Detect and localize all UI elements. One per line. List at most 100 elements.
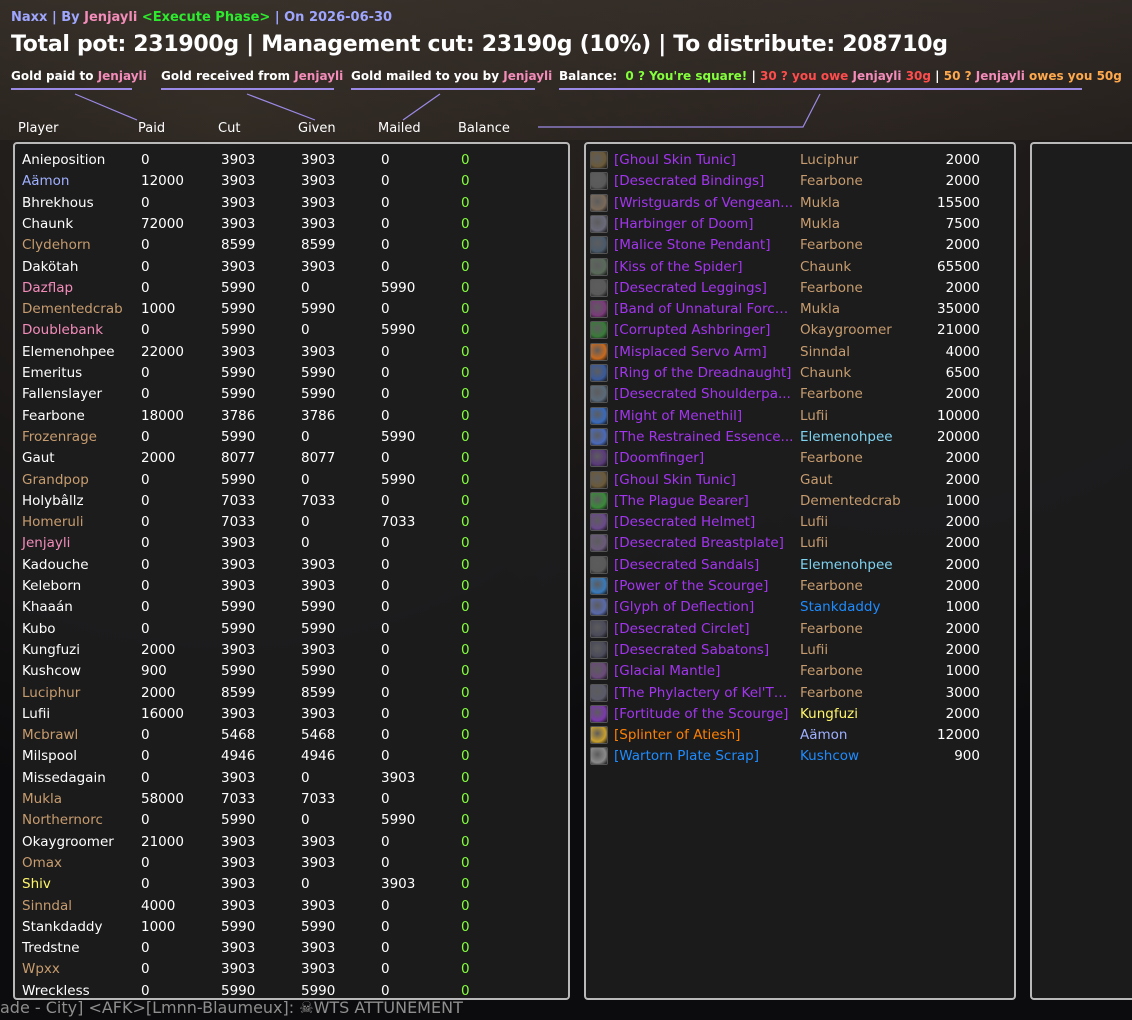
player-row[interactable]: Okaygroomer 21000 3903 3903 0 0 — [15, 834, 568, 854]
item-link[interactable]: [Ring of the Dreadnaught] — [614, 365, 794, 381]
item-link[interactable]: [The Phylactery of Kel'Th... — [614, 685, 794, 701]
player-row[interactable]: Mcbrawl 0 5468 5468 0 0 — [15, 727, 568, 747]
item-link[interactable]: [Wristguards of Vengean... — [614, 195, 794, 211]
loot-row[interactable]: [Wartorn Plate Scrap] Kushcow 900 — [586, 747, 1014, 768]
loot-row[interactable]: [Misplaced Servo Arm] Sinndal 4000 — [586, 342, 1014, 364]
loot-row[interactable]: [Desecrated Shoulderpa... Fearbone 2000 — [586, 385, 1014, 406]
player-row[interactable]: Mukla 58000 7033 7033 0 0 — [15, 791, 568, 811]
player-row[interactable]: Doublebank 0 5990 0 5990 0 — [15, 322, 568, 342]
player-row[interactable]: Khaaán 0 5990 5990 0 0 — [15, 599, 568, 619]
player-row[interactable]: Fallenslayer 0 5990 5990 0 0 — [15, 386, 568, 406]
item-link[interactable]: [Ghoul Skin Tunic] — [614, 152, 794, 168]
player-row[interactable]: Omax 0 3903 3903 0 0 — [15, 855, 568, 875]
loot-row[interactable]: [The Phylactery of Kel'Th... Fearbone 3000 — [586, 683, 1014, 705]
player-row[interactable]: Frozenrage 0 5990 0 5990 0 — [15, 429, 568, 449]
loot-row[interactable]: [Glacial Mantle] Fearbone 1000 — [586, 662, 1014, 683]
player-row[interactable]: Kungfuzi 2000 3903 3903 0 0 — [15, 642, 568, 662]
item-link[interactable]: [Wartorn Plate Scrap] — [614, 748, 794, 764]
player-row[interactable]: Dazflap 0 5990 0 5990 0 — [15, 280, 568, 300]
item-link[interactable]: [Desecrated Shoulderpa... — [614, 386, 794, 402]
loot-row[interactable]: [The Restrained Essence... Elemenohpee 200… — [586, 427, 1014, 449]
player-row[interactable]: Homeruli 0 7033 0 7033 0 — [15, 514, 568, 534]
item-link[interactable]: [Fortitude of the Scourge] — [614, 706, 794, 722]
loot-row[interactable]: [Corrupted Ashbringer] Okaygroomer 21000 — [586, 321, 1014, 342]
loot-row[interactable]: [The Plague Bearer] Dementedcrab 1000 — [586, 491, 1014, 513]
loot-row[interactable]: [Wristguards of Vengean... Mukla 15500 — [586, 193, 1014, 215]
player-row[interactable]: Anieposition 0 3903 3903 0 0 — [15, 152, 568, 172]
player-ledger-panel[interactable]: Anieposition 0 3903 3903 0 0 Aämon 12000 3903 390… — [13, 142, 570, 1000]
player-row[interactable]: Holybâllz 0 7033 7033 0 0 — [15, 493, 568, 513]
loot-row[interactable]: [Ghoul Skin Tunic] Luciphur 2000 — [586, 151, 1014, 172]
player-row[interactable]: Elemenohpee 22000 3903 3903 0 0 — [15, 344, 568, 364]
player-row[interactable]: Emeritus 0 5990 5990 0 0 — [15, 365, 568, 385]
loot-row[interactable]: [Desecrated Sabatons] Lufii 2000 — [586, 640, 1014, 662]
item-link[interactable]: [Harbinger of Doom] — [614, 216, 794, 232]
player-row[interactable]: Bhrekhous 0 3903 3903 0 0 — [15, 195, 568, 215]
player-row[interactable]: Northernorc 0 5990 0 5990 0 — [15, 812, 568, 832]
player-row[interactable]: Luciphur 2000 8599 8599 0 0 — [15, 685, 568, 705]
loot-row[interactable]: [Ghoul Skin Tunic] Gaut 2000 — [586, 470, 1014, 492]
loot-row[interactable]: [Doomfinger] Fearbone 2000 — [586, 449, 1014, 470]
loot-row[interactable]: [Kiss of the Spider] Chaunk 65500 — [586, 257, 1014, 279]
item-link[interactable]: [Band of Unnatural Forces] — [614, 301, 794, 317]
player-row[interactable]: Lufii 16000 3903 3903 0 0 — [15, 706, 568, 726]
player-row[interactable]: Kubo 0 5990 5990 0 0 — [15, 621, 568, 641]
player-row[interactable]: Kushcow 900 5990 5990 0 0 — [15, 663, 568, 683]
item-link[interactable]: [Desecrated Breastplate] — [614, 535, 794, 551]
item-link[interactable]: [The Restrained Essence... — [614, 429, 794, 445]
loot-row[interactable]: [Power of the Scourge] Fearbone 2000 — [586, 577, 1014, 598]
loot-row[interactable]: [Might of Menethil] Lufii 10000 — [586, 406, 1014, 428]
item-link[interactable]: [Splinter of Atiesh] — [614, 727, 794, 743]
loot-list-panel[interactable]: [Ghoul Skin Tunic] Luciphur 2000 [Desecrate… — [584, 142, 1016, 1000]
player-row[interactable]: Kadouche 0 3903 3903 0 0 — [15, 557, 568, 577]
loot-row[interactable]: [Ring of the Dreadnaught] Chaunk 6500 — [586, 364, 1014, 385]
player-row[interactable]: Dakötah 0 3903 3903 0 0 — [15, 259, 568, 279]
loot-row[interactable]: [Desecrated Breastplate] Lufii 2000 — [586, 534, 1014, 555]
player-row[interactable]: Sinndal 4000 3903 3903 0 0 — [15, 898, 568, 918]
player-row[interactable]: Keleborn 0 3903 3903 0 0 — [15, 578, 568, 598]
loot-row[interactable]: [Fortitude of the Scourge] Kungfuzi 2000 — [586, 704, 1014, 726]
player-row[interactable]: Aämon 12000 3903 3903 0 0 — [15, 173, 568, 193]
player-row[interactable]: Jenjayli 0 3903 0 0 0 — [15, 535, 568, 555]
item-link[interactable]: [Doomfinger] — [614, 450, 794, 466]
item-link[interactable]: [The Plague Bearer] — [614, 493, 794, 509]
loot-row[interactable]: [Harbinger of Doom] Mukla 7500 — [586, 214, 1014, 236]
loot-row[interactable]: [Desecrated Leggings] Fearbone 2000 — [586, 278, 1014, 300]
item-link[interactable]: [Might of Menethil] — [614, 408, 794, 424]
item-link[interactable]: [Misplaced Servo Arm] — [614, 344, 794, 360]
loot-row[interactable]: [Splinter of Atiesh] Aämon 12000 — [586, 726, 1014, 747]
item-link[interactable]: [Desecrated Bindings] — [614, 173, 794, 189]
loot-row[interactable]: [Desecrated Bindings] Fearbone 2000 — [586, 172, 1014, 193]
loot-row[interactable]: [Glyph of Deflection] Stankdaddy 1000 — [586, 598, 1014, 619]
player-row[interactable]: Grandpop 0 5990 0 5990 0 — [15, 472, 568, 492]
player-row[interactable]: Clydehorn 0 8599 8599 0 0 — [15, 237, 568, 257]
player-row[interactable]: Chaunk 72000 3903 3903 0 0 — [15, 216, 568, 236]
item-link[interactable]: [Desecrated Leggings] — [614, 280, 794, 296]
player-row[interactable]: Wpxx 0 3903 3903 0 0 — [15, 961, 568, 981]
loot-row[interactable]: [Malice Stone Pendant] Fearbone 2000 — [586, 236, 1014, 257]
loot-row[interactable]: [Desecrated Helmet] Lufii 2000 — [586, 513, 1014, 534]
item-link[interactable]: [Malice Stone Pendant] — [614, 237, 794, 253]
player-row[interactable]: Dementedcrab 1000 5990 5990 0 0 — [15, 301, 568, 321]
loot-row[interactable]: [Desecrated Circlet] Fearbone 2000 — [586, 619, 1014, 641]
item-price: 2000 — [945, 152, 980, 168]
item-link[interactable]: [Desecrated Helmet] — [614, 514, 794, 530]
loot-row[interactable]: [Band of Unnatural Forces] Mukla 35000 — [586, 300, 1014, 321]
item-link[interactable]: [Desecrated Sabatons] — [614, 642, 794, 658]
loot-row[interactable]: [Desecrated Sandals] Elemenohpee 2000 — [586, 555, 1014, 577]
item-link[interactable]: [Ghoul Skin Tunic] — [614, 472, 794, 488]
item-link[interactable]: [Glacial Mantle] — [614, 663, 794, 679]
player-row[interactable]: Fearbone 18000 3786 3786 0 0 — [15, 408, 568, 428]
player-row[interactable]: Tredstne 0 3903 3903 0 0 — [15, 940, 568, 960]
item-link[interactable]: [Corrupted Ashbringer] — [614, 322, 794, 338]
player-row[interactable]: Milspool 0 4946 4946 0 0 — [15, 748, 568, 768]
player-row[interactable]: Gaut 2000 8077 8077 0 0 — [15, 450, 568, 470]
player-row[interactable]: Missedagain 0 3903 0 3903 0 — [15, 770, 568, 790]
item-link[interactable]: [Kiss of the Spider] — [614, 259, 794, 275]
item-link[interactable]: [Power of the Scourge] — [614, 578, 794, 594]
player-row[interactable]: Shiv 0 3903 0 3903 0 — [15, 876, 568, 896]
item-link[interactable]: [Desecrated Circlet] — [614, 621, 794, 637]
player-row[interactable]: Stankdaddy 1000 5990 5990 0 0 — [15, 919, 568, 939]
item-link[interactable]: [Glyph of Deflection] — [614, 599, 794, 615]
item-link[interactable]: [Desecrated Sandals] — [614, 557, 794, 573]
